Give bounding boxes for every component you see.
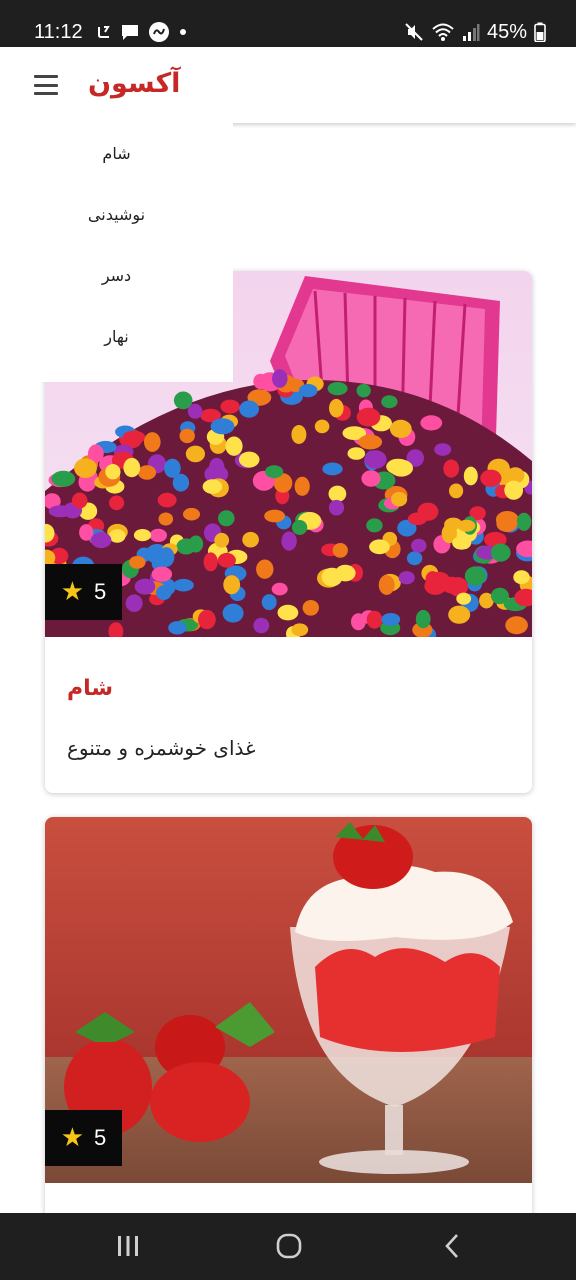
rating-value: 5 xyxy=(94,579,107,604)
wifi-icon xyxy=(432,23,454,41)
battery-percent: 45% xyxy=(486,21,527,43)
hamburger-icon[interactable] xyxy=(34,72,62,98)
star-icon: ★ xyxy=(60,577,85,607)
status-time: 11:12 xyxy=(34,21,83,43)
rating-badge: ★ 5 xyxy=(45,1110,122,1166)
message-icon xyxy=(122,25,138,40)
menu-item-drinks[interactable]: نوشیدنی xyxy=(0,203,233,227)
star-icon: ★ xyxy=(60,1123,85,1153)
dot-icon xyxy=(180,29,186,35)
battery-icon xyxy=(534,22,546,42)
home-icon[interactable] xyxy=(272,1231,306,1261)
recipe-card[interactable]: ★ 5 xyxy=(45,817,532,1237)
menu-item-dinner[interactable]: شام xyxy=(0,142,233,166)
signal-icon xyxy=(462,24,480,41)
system-nav-bar xyxy=(0,1213,576,1280)
brand-title: آکسون xyxy=(88,68,181,99)
card-title: شام xyxy=(67,676,114,701)
card-description: غذای خوشمزه و متنوع xyxy=(67,736,256,760)
status-left-icons xyxy=(96,20,188,44)
category-dropdown-menu: شام نوشیدنی دسر نهار xyxy=(0,123,233,382)
app-screen: 11:12 45% آکسون شام نوشیدنی دسر نهار ★ 5… xyxy=(0,0,576,1280)
back-icon[interactable] xyxy=(438,1231,466,1261)
menu-item-dessert[interactable]: دسر xyxy=(0,264,233,288)
status-bar: 11:12 45% xyxy=(0,0,576,47)
rating-badge: ★ 5 xyxy=(45,564,122,620)
carrier-icon xyxy=(98,26,110,38)
app-bar: آکسون xyxy=(0,47,576,123)
menu-item-lunch[interactable]: نهار xyxy=(0,325,233,349)
notification-badge-icon xyxy=(149,22,169,42)
status-right: 45% xyxy=(404,20,546,44)
recent-apps-icon[interactable] xyxy=(112,1231,144,1261)
strawberry-dessert-image: ★ 5 xyxy=(45,817,532,1183)
mute-icon xyxy=(405,23,423,41)
rating-value: 5 xyxy=(94,1125,107,1150)
